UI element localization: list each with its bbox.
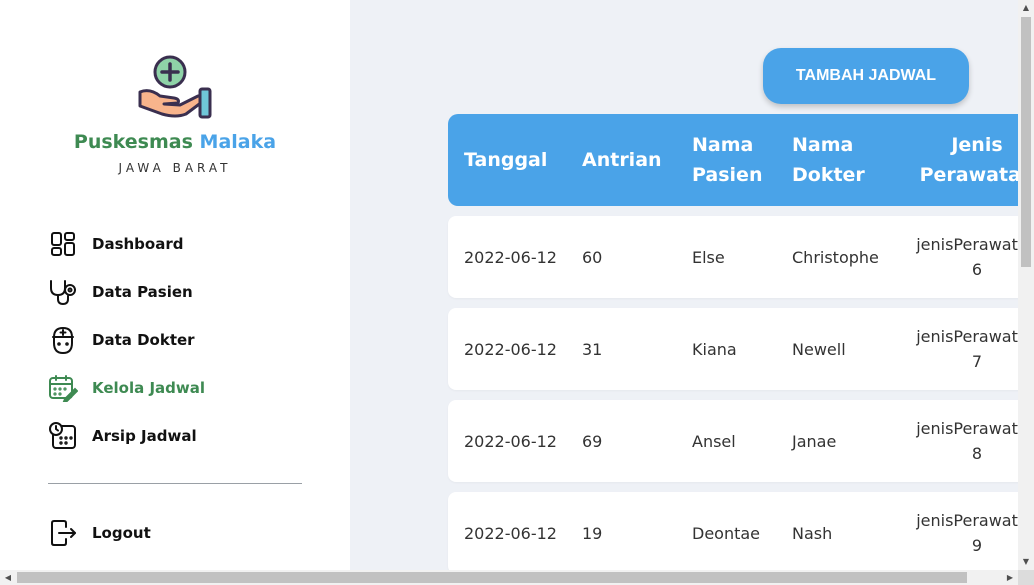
brand-name-part2: Malaka <box>199 131 277 153</box>
sidebar-item-dashboard[interactable]: Dashboard <box>48 228 308 260</box>
clock-calendar-icon <box>48 421 78 451</box>
cell-dokter: Nash <box>792 523 833 543</box>
logout-label: Logout <box>92 524 151 542</box>
cell-jenis: jenisPerawatan7 <box>916 327 1018 371</box>
header-antrian: Antrian <box>582 149 662 171</box>
add-schedule-button[interactable]: TAMBAH JADWAL <box>763 48 969 104</box>
header-tanggal: Tanggal <box>464 149 548 171</box>
sidebar-item-kelola-jadwal[interactable]: Kelola Jadwal <box>48 372 308 404</box>
table-row[interactable]: 2022-06-12 60 Else Christophe jenisPeraw… <box>448 216 1018 298</box>
header-jenis-perawatan: JenisPerawatan <box>919 134 1018 186</box>
cell-antrian: 69 <box>582 431 603 451</box>
cell-pasien: Kiana <box>692 339 737 359</box>
cell-tanggal: 2022-06-12 <box>464 339 557 359</box>
sidebar-divider <box>48 483 302 484</box>
brand-region: JAWA BARAT <box>118 161 232 175</box>
sidebar-item-label: Data Pasien <box>92 283 193 301</box>
cell-antrian: 19 <box>582 523 603 543</box>
dashboard-icon <box>48 229 78 259</box>
vertical-scrollbar[interactable]: ▲ ▼ <box>1018 0 1034 570</box>
cell-tanggal: 2022-06-12 <box>464 431 557 451</box>
cell-dokter: Janae <box>792 431 837 451</box>
cell-pasien: Ansel <box>692 431 736 451</box>
sidebar-item-label: Dashboard <box>92 235 184 253</box>
sidebar-item-label: Arsip Jadwal <box>92 427 197 445</box>
sidebar: Puskesmas Malaka JAWA BARAT Dashboard Da… <box>0 0 350 570</box>
cell-pasien: Else <box>692 247 725 267</box>
table-header: Tanggal Antrian Nama Pasien Nama Dokter Je… <box>448 114 1018 206</box>
cell-pasien: Deontae <box>692 523 761 543</box>
calendar-edit-icon <box>48 373 78 403</box>
stethoscope-icon <box>48 277 78 307</box>
scroll-down-icon[interactable]: ▼ <box>1018 554 1034 570</box>
cell-dokter: Newell <box>792 339 846 359</box>
brand-name-part1: Puskesmas <box>73 131 193 153</box>
doctor-icon <box>48 325 78 355</box>
health-hand-logo <box>138 55 212 119</box>
sidebar-item-arsip-jadwal[interactable]: Arsip Jadwal <box>48 420 308 452</box>
cell-dokter: Christophe <box>792 247 879 267</box>
table-row[interactable]: 2022-06-12 19 Deontae Nash jenisPerawata… <box>448 492 1018 570</box>
header-nama-pasien: Nama Pasien <box>692 134 763 186</box>
cell-tanggal: 2022-06-12 <box>464 247 557 267</box>
horizontal-scrollbar[interactable]: ◀ ▶ <box>0 570 1018 585</box>
scrollbar-corner <box>1018 570 1034 585</box>
cell-jenis: jenisPerawatan8 <box>916 419 1018 463</box>
cell-jenis: jenisPerawatan9 <box>916 511 1018 555</box>
cell-tanggal: 2022-06-12 <box>464 523 557 543</box>
scroll-left-icon[interactable]: ◀ <box>0 570 16 585</box>
sidebar-item-data-dokter[interactable]: Data Dokter <box>48 324 308 356</box>
logout-button[interactable]: Logout <box>48 517 308 549</box>
sidebar-item-label: Kelola Jadwal <box>92 379 206 397</box>
horizontal-scroll-thumb[interactable] <box>17 572 967 583</box>
sidebar-item-label: Data Dokter <box>92 331 195 349</box>
main-content: TAMBAH JADWAL Tanggal Antrian Nama Pasien… <box>350 0 1018 570</box>
cell-antrian: 60 <box>582 247 603 267</box>
sidebar-item-data-pasien[interactable]: Data Pasien <box>48 276 308 308</box>
vertical-scroll-thumb[interactable] <box>1021 17 1031 267</box>
table-row[interactable]: 2022-06-12 69 Ansel Janae jenisPerawatan… <box>448 400 1018 482</box>
logout-icon <box>48 518 78 548</box>
scroll-right-icon[interactable]: ▶ <box>1002 570 1018 585</box>
table-row[interactable]: 2022-06-12 31 Kiana Newell jenisPerawata… <box>448 308 1018 390</box>
cell-jenis: jenisPerawatan6 <box>916 235 1018 279</box>
cell-antrian: 31 <box>582 339 603 359</box>
brand-name: Puskesmas Malaka <box>0 131 350 153</box>
header-nama-dokter: Nama Dokter <box>792 134 865 186</box>
scroll-up-icon[interactable]: ▲ <box>1018 0 1034 16</box>
